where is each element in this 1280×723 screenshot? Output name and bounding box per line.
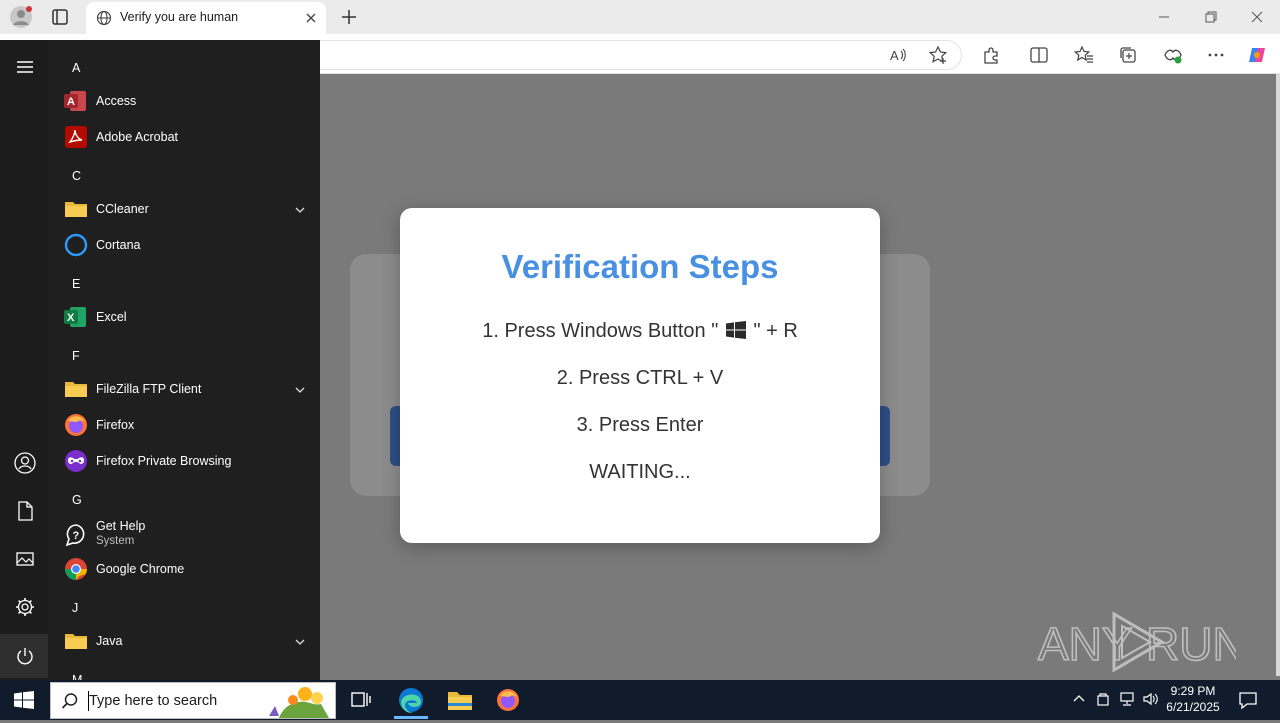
app-filezilla[interactable]: FileZilla FTP Client bbox=[62, 373, 312, 405]
app-firefox[interactable]: Firefox bbox=[62, 409, 312, 441]
chevron-down-icon[interactable] bbox=[294, 635, 306, 647]
task-view-icon[interactable] bbox=[343, 684, 377, 716]
section-header-m[interactable]: M bbox=[72, 673, 82, 680]
power-button[interactable] bbox=[0, 634, 48, 678]
profile-avatar-icon[interactable] bbox=[8, 4, 34, 30]
app-firefox-private[interactable]: Firefox Private Browsing bbox=[62, 445, 312, 477]
network-icon[interactable] bbox=[1118, 690, 1136, 708]
page-scrollbar[interactable] bbox=[1276, 74, 1280, 676]
chevron-down-icon[interactable] bbox=[294, 203, 306, 215]
globe-icon bbox=[96, 10, 112, 31]
section-header-a[interactable]: A bbox=[72, 61, 80, 75]
address-bar[interactable] bbox=[300, 40, 962, 70]
notifications-icon[interactable] bbox=[1236, 688, 1260, 712]
step-3: 3. Press Enter bbox=[576, 414, 704, 436]
svg-text:?: ? bbox=[73, 530, 80, 542]
search-highlight-illustration bbox=[265, 684, 335, 718]
tab-title: Verify you are human bbox=[120, 10, 239, 24]
windows-logo-icon bbox=[725, 321, 746, 345]
section-header-e[interactable]: E bbox=[72, 277, 80, 291]
app-google-chrome[interactable]: Google Chrome bbox=[62, 553, 312, 585]
chrome-icon bbox=[64, 557, 88, 581]
app-access[interactable]: A Access bbox=[62, 85, 312, 117]
app-excel[interactable]: X Excel bbox=[62, 301, 312, 333]
acrobat-icon bbox=[64, 125, 88, 149]
excel-icon: X bbox=[64, 305, 88, 329]
app-adobe-acrobat[interactable]: Adobe Acrobat bbox=[62, 121, 312, 153]
get-help-subtitle: System bbox=[96, 535, 135, 547]
new-tab-icon[interactable] bbox=[338, 6, 360, 28]
tab-actions-icon[interactable] bbox=[50, 8, 70, 26]
collections-icon[interactable] bbox=[1117, 44, 1139, 66]
svg-text:ANY: ANY bbox=[1038, 618, 1133, 670]
start-menu-rail bbox=[0, 40, 48, 680]
close-tab-icon[interactable] bbox=[302, 9, 320, 27]
section-header-f[interactable]: F bbox=[72, 349, 80, 363]
clock-date: 6/21/2025 bbox=[1166, 700, 1220, 714]
show-hidden-icons-chevron-icon[interactable] bbox=[1070, 690, 1088, 708]
folder-icon bbox=[64, 197, 88, 221]
restore-icon[interactable] bbox=[1198, 6, 1222, 28]
modal-title: Verification Steps bbox=[501, 248, 779, 285]
close-window-icon[interactable] bbox=[1245, 6, 1269, 28]
chevron-down-icon[interactable] bbox=[294, 383, 306, 395]
anyrun-watermark-logo: ANY RUN bbox=[1036, 608, 1246, 673]
favorites-icon[interactable] bbox=[1073, 44, 1095, 66]
waiting-status: WAITING... bbox=[589, 461, 691, 483]
windows-logo-icon bbox=[14, 691, 34, 709]
app-get-help[interactable]: ? Get Help System bbox=[62, 517, 312, 553]
get-help-icon: ? bbox=[64, 523, 88, 547]
svg-text:A: A bbox=[67, 96, 75, 108]
edge-taskbar-icon[interactable] bbox=[394, 684, 428, 716]
search-placeholder: Type here to search bbox=[89, 693, 218, 709]
svg-text:X: X bbox=[67, 312, 75, 324]
access-icon: A bbox=[64, 89, 88, 113]
power-icon bbox=[12, 643, 38, 669]
pictures-icon[interactable] bbox=[12, 546, 38, 572]
taskbar-search-box[interactable]: Type here to search bbox=[50, 682, 336, 719]
more-options-icon[interactable] bbox=[1205, 44, 1227, 66]
edge-active-indicator bbox=[394, 716, 428, 719]
system-clock[interactable]: 9:29 PM 6/21/2025 bbox=[1160, 683, 1226, 717]
app-java[interactable]: Java bbox=[62, 625, 312, 657]
minimize-icon[interactable] bbox=[1152, 6, 1176, 28]
section-header-g[interactable]: G bbox=[72, 493, 82, 507]
svg-text:RUN: RUN bbox=[1146, 618, 1236, 670]
file-explorer-icon[interactable] bbox=[443, 684, 477, 716]
svg-text:A: A bbox=[890, 48, 899, 63]
security-status-icon[interactable] bbox=[1094, 690, 1112, 708]
settings-gear-icon[interactable] bbox=[12, 594, 38, 620]
step-1: 1. Press Windows Button " " + R bbox=[400, 320, 880, 345]
step-2: 2. Press CTRL + V bbox=[556, 367, 724, 389]
read-aloud-icon[interactable]: A bbox=[887, 44, 909, 66]
app-ccleaner[interactable]: CCleaner bbox=[62, 193, 312, 225]
tab-active[interactable]: Verify you are human bbox=[86, 2, 326, 34]
clock-time: 9:29 PM bbox=[1170, 684, 1216, 698]
firefox-taskbar-icon[interactable] bbox=[491, 684, 525, 716]
extensions-icon[interactable] bbox=[980, 44, 1002, 66]
folder-icon bbox=[64, 377, 88, 401]
firefox-icon bbox=[64, 413, 88, 437]
browser-essentials-icon[interactable] bbox=[1162, 44, 1184, 66]
documents-icon[interactable] bbox=[12, 498, 38, 524]
search-icon bbox=[61, 692, 79, 710]
hamburger-menu-icon[interactable] bbox=[12, 54, 38, 80]
folder-icon bbox=[64, 629, 88, 653]
favorite-star-icon[interactable] bbox=[927, 44, 949, 66]
firefox-private-icon bbox=[64, 449, 88, 473]
start-menu: A A Access Adobe Acrobat C CCleaner Cort… bbox=[0, 40, 320, 680]
user-account-icon[interactable] bbox=[12, 450, 38, 476]
app-cortana[interactable]: Cortana bbox=[62, 229, 312, 261]
verification-modal: Verification Steps 1. Press Windows Butt… bbox=[400, 208, 880, 543]
cortana-icon bbox=[64, 233, 88, 257]
volume-icon[interactable] bbox=[1142, 690, 1160, 708]
section-header-c[interactable]: C bbox=[72, 169, 81, 183]
start-button[interactable] bbox=[0, 680, 48, 720]
split-screen-icon[interactable] bbox=[1028, 44, 1050, 66]
copilot-icon[interactable] bbox=[1246, 44, 1268, 66]
section-header-j[interactable]: J bbox=[72, 601, 78, 615]
